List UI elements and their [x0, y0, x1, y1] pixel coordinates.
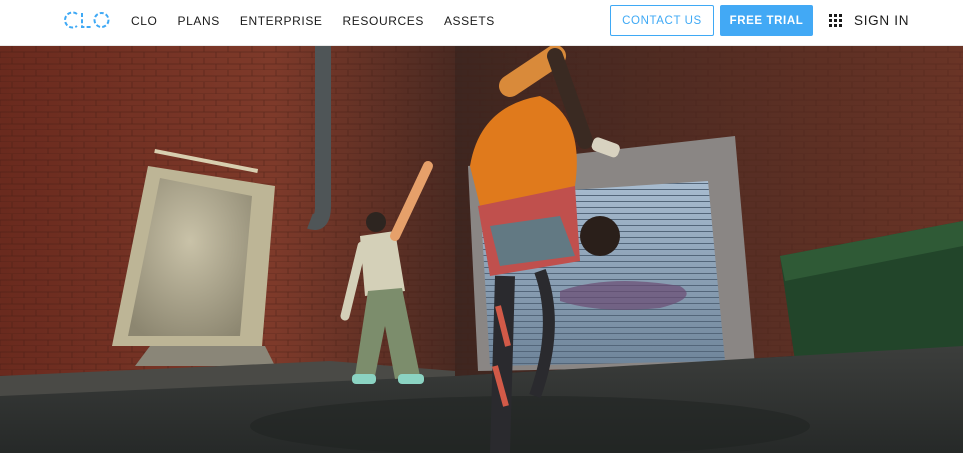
sign-in-link[interactable]: SIGN IN	[854, 13, 909, 28]
main-nav: CLO PLANS ENTERPRISE RESOURCES ASSETS	[131, 0, 515, 42]
contact-us-button[interactable]: CONTACT US	[610, 5, 714, 36]
hero-image	[0, 46, 963, 453]
grid-icon[interactable]	[829, 14, 842, 27]
hero-illustration	[0, 46, 963, 453]
clo-logo[interactable]	[63, 10, 110, 30]
top-navigation-bar: CLO PLANS ENTERPRISE RESOURCES ASSETS CO…	[0, 0, 963, 46]
nav-item-plans[interactable]: PLANS	[177, 14, 219, 28]
free-trial-button[interactable]: FREE TRIAL	[720, 5, 813, 36]
nav-item-resources[interactable]: RESOURCES	[343, 14, 424, 28]
nav-item-assets[interactable]: ASSETS	[444, 14, 495, 28]
nav-item-clo[interactable]: CLO	[131, 14, 157, 28]
nav-item-enterprise[interactable]: ENTERPRISE	[240, 14, 323, 28]
